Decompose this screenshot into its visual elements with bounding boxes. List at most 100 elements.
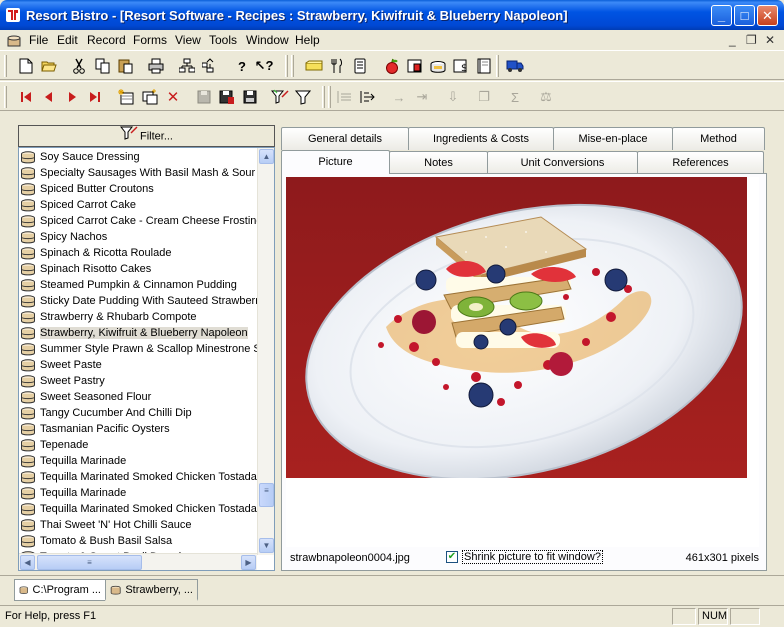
save-icon[interactable] xyxy=(194,87,214,107)
tab-unit-conversions[interactable]: Unit Conversions xyxy=(487,151,638,174)
filter-icon[interactable] xyxy=(293,87,313,107)
recipe-list-item[interactable]: Spinach Risotto Cakes xyxy=(19,261,259,277)
scroll-down-button[interactable]: ▼ xyxy=(259,538,274,553)
tab-notes[interactable]: Notes xyxy=(389,151,488,174)
recipe-list[interactable]: Soy Sauce Dressing Specialty Sausages Wit… xyxy=(18,147,275,571)
filter-button[interactable]: Filter... xyxy=(18,125,275,147)
toolbar-grip[interactable] xyxy=(291,55,294,77)
tab-method[interactable]: Method xyxy=(672,127,765,150)
recipe-list-item[interactable]: Spiced Carrot Cake - Cream Cheese Frosti… xyxy=(19,213,259,229)
maximize-button[interactable]: □ xyxy=(734,5,755,26)
truck-icon[interactable] xyxy=(505,56,525,76)
toolbar-grip[interactable] xyxy=(285,55,288,77)
recipe-list-item[interactable]: Spiced Butter Croutons xyxy=(19,181,259,197)
recipe-list-item[interactable]: Steamed Pumpkin & Cinnamon Pudding xyxy=(19,277,259,293)
recipe-card-icon[interactable] xyxy=(405,56,425,76)
menu-edit[interactable]: Edit xyxy=(57,33,78,47)
filter-edit-icon[interactable] xyxy=(270,87,290,107)
book-icon[interactable] xyxy=(474,56,494,76)
ingredient-icon[interactable] xyxy=(304,56,324,76)
minimize-button[interactable]: _ xyxy=(711,5,732,26)
tab-picture[interactable]: Picture xyxy=(281,150,390,174)
recipe-list-item[interactable]: Sweet Seasoned Flour xyxy=(19,389,259,405)
recipe-list-item[interactable]: Tequilla Marinade xyxy=(19,453,259,469)
menu-view[interactable]: View xyxy=(175,33,201,47)
recipe-list-item[interactable]: Specialty Sausages With Basil Mash & Sou… xyxy=(19,165,259,181)
recipe-list-item[interactable]: Sweet Pastry xyxy=(19,373,259,389)
mdi-restore-button[interactable]: ❐ xyxy=(746,33,757,47)
tab-mise-en-place[interactable]: Mise-en-place xyxy=(553,127,673,150)
toolbar-grip[interactable] xyxy=(496,55,499,77)
context-help-icon[interactable]: ↖? xyxy=(254,56,274,76)
next-record-icon[interactable] xyxy=(62,87,82,107)
tree-up-icon[interactable] xyxy=(200,56,220,76)
resort-bistro-app-icon[interactable] xyxy=(5,7,21,23)
first-record-icon[interactable] xyxy=(16,87,36,107)
pot-icon[interactable] xyxy=(428,56,448,76)
recipe-list-item[interactable]: Tasmanian Pacific Oysters xyxy=(19,421,259,437)
paste-icon[interactable] xyxy=(116,56,136,76)
scroll-left-button[interactable]: ◀ xyxy=(20,555,35,570)
shrink-picture-label[interactable]: Shrink picture to fit window? xyxy=(462,550,603,564)
recipe-list-item[interactable]: Spinach & Ricotta Roulade xyxy=(19,245,259,261)
menu-file[interactable]: File xyxy=(29,33,48,47)
recipe-list-item[interactable]: Tomato & Bush Basil Salsa xyxy=(19,533,259,549)
recipe-list-item[interactable]: Tangy Cucumber And Chilli Dip xyxy=(19,405,259,421)
sum-icon[interactable]: Σ xyxy=(505,87,525,107)
scales-icon[interactable]: ⚖ xyxy=(536,87,556,107)
recipe-list-item[interactable]: Strawberry & Rhubarb Compote xyxy=(19,309,259,325)
window-tab-strawberry[interactable]: Strawberry, ... xyxy=(105,579,198,601)
scroll-thumb[interactable]: ≡ xyxy=(259,483,274,507)
new-icon[interactable] xyxy=(16,56,36,76)
print-icon[interactable] xyxy=(146,56,166,76)
save-all-icon[interactable] xyxy=(240,87,260,107)
title-bar[interactable]: Resort Bistro - [Resort Software - Recip… xyxy=(0,0,784,30)
costing-icon[interactable]: $ xyxy=(451,56,471,76)
recipe-list-item[interactable]: Sticky Date Pudding With Sauteed Strawbe… xyxy=(19,293,259,309)
mdi-minimize-button[interactable]: _ xyxy=(729,33,736,47)
toolbar-grip[interactable] xyxy=(4,86,7,108)
menu-tools[interactable]: Tools xyxy=(209,33,237,47)
recipe-list-item[interactable]: Spicy Nachos xyxy=(19,229,259,245)
duplicate-record-icon[interactable] xyxy=(140,87,160,107)
last-record-icon[interactable] xyxy=(85,87,105,107)
new-record-icon[interactable] xyxy=(116,87,136,107)
outdent-icon[interactable] xyxy=(335,87,355,107)
menu-help[interactable]: Help xyxy=(295,33,320,47)
recipe-list-item[interactable]: Tequilla Marinated Smoked Chicken Tostad… xyxy=(19,469,259,485)
recipe-list-item[interactable]: Tepenade xyxy=(19,437,259,453)
recipe-list-item[interactable]: Summer Style Prawn & Scallop Minestrone … xyxy=(19,341,259,357)
recipe-list-vertical-scrollbar[interactable]: ▲ ≡ ▼ xyxy=(257,148,274,555)
cut-icon[interactable] xyxy=(69,56,89,76)
shrink-picture-checkbox[interactable]: ✔ xyxy=(446,551,458,563)
toolbar-grip[interactable] xyxy=(4,55,7,77)
recipe-list-item[interactable]: Strawberry, Kiwifruit & Blueberry Napole… xyxy=(19,325,259,341)
recipe-list-item[interactable]: Tequilla Marinated Smoked Chicken Tostad… xyxy=(19,501,259,517)
help-icon[interactable]: ? xyxy=(232,56,252,76)
move-down-icon[interactable]: ⇥ xyxy=(412,87,432,107)
menu-record[interactable]: Record xyxy=(87,33,126,47)
delete-record-icon[interactable]: ✕ xyxy=(163,87,183,107)
toolbar-grip[interactable] xyxy=(328,86,331,108)
scroll-right-button[interactable]: ▶ xyxy=(241,555,256,570)
close-button[interactable]: ✕ xyxy=(757,5,778,26)
recipe-list-horizontal-scrollbar[interactable]: ◀ ≡ ▶ xyxy=(19,553,257,570)
recipe-list-item[interactable]: Thai Sweet 'N' Hot Chilli Sauce xyxy=(19,517,259,533)
fruit-icon[interactable] xyxy=(382,56,402,76)
scroll-up-button[interactable]: ▲ xyxy=(259,149,274,164)
menu-forms[interactable]: Forms xyxy=(133,33,167,47)
utensils-icon[interactable] xyxy=(327,56,347,76)
move-right-icon[interactable]: → xyxy=(389,87,409,107)
save-as-icon[interactable] xyxy=(217,87,237,107)
recipe-list-item[interactable]: Soy Sauce Dressing xyxy=(19,149,259,165)
windows-icon[interactable]: ❐ xyxy=(474,87,494,107)
menu-window[interactable]: Window xyxy=(246,33,289,47)
recipe-list-item[interactable]: Sweet Paste xyxy=(19,357,259,373)
previous-record-icon[interactable] xyxy=(39,87,59,107)
tree-icon[interactable] xyxy=(177,56,197,76)
recipe-list-item[interactable]: Tequilla Marinade xyxy=(19,485,259,501)
recipe-list-item[interactable]: Spiced Carrot Cake xyxy=(19,197,259,213)
copy-icon[interactable] xyxy=(93,56,113,76)
import-icon[interactable]: ⇩ xyxy=(443,87,463,107)
tab-general-details[interactable]: General details xyxy=(281,127,409,150)
